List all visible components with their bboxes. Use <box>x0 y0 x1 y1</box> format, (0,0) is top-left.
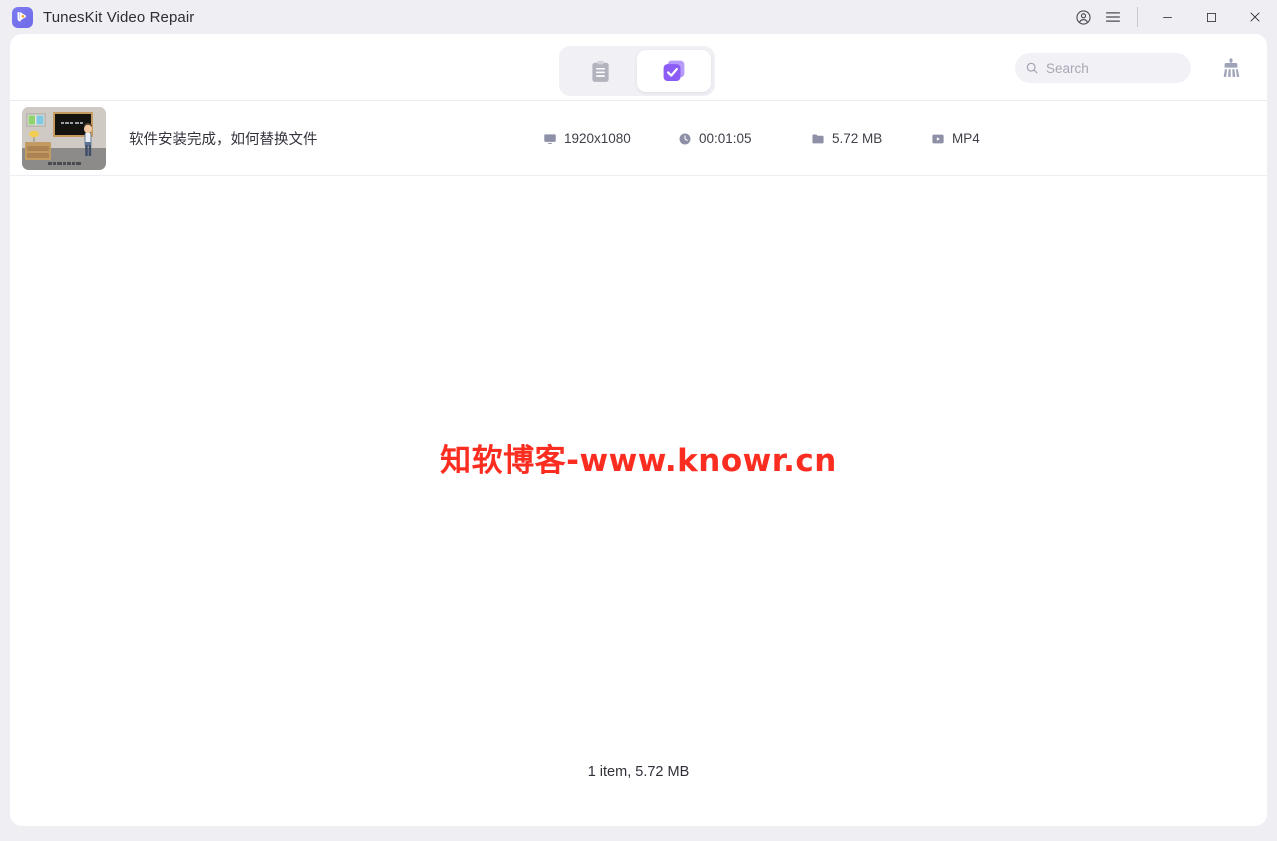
hamburger-menu-icon[interactable] <box>1098 2 1128 32</box>
check-square-stack-icon <box>663 60 685 81</box>
file-metadata: 1920x1080 00:01:05 5.72 MB MP4 <box>543 101 1021 176</box>
video-thumbnail-classroom <box>22 106 106 170</box>
metadata-size: 5.72 MB <box>811 131 931 146</box>
view-mode-tab-group <box>559 46 715 96</box>
file-list: 软件安装完成，如何替换文件 1920x1080 00:01:05 5.72 MB… <box>10 101 1267 812</box>
clipboard-list-icon <box>591 60 609 82</box>
footer-status-bar: 1 item, 5.72 MB <box>10 731 1267 812</box>
tab-repaired[interactable] <box>637 50 711 92</box>
file-name: 软件安装完成，如何替换文件 <box>129 131 318 148</box>
video-file-icon <box>931 132 945 146</box>
monitor-icon <box>543 132 557 146</box>
status-summary: 1 item, 5.72 MB <box>587 763 690 780</box>
titlebar-separator <box>1137 7 1138 27</box>
table-row[interactable]: 软件安装完成，如何替换文件 1920x1080 00:01:05 5.72 MB… <box>10 101 1267 176</box>
folder-icon <box>811 132 825 146</box>
search-icon <box>1025 61 1039 75</box>
account-circle-icon[interactable] <box>1068 2 1098 32</box>
tab-clipboard[interactable] <box>563 50 637 92</box>
title-bar: TunesKit Video Repair <box>0 0 1277 34</box>
main-panel: 软件安装完成，如何替换文件 1920x1080 <box>10 34 1267 826</box>
search-box[interactable] <box>1015 53 1191 83</box>
toolbar <box>10 34 1267 101</box>
metadata-resolution: 1920x1080 <box>543 131 678 146</box>
clock-icon <box>678 132 692 146</box>
duration-value: 00:01:05 <box>699 131 752 146</box>
minimize-icon[interactable] <box>1145 0 1189 34</box>
site-watermark: 知软博客-www.knowr.cn <box>440 443 837 479</box>
metadata-format: MP4 <box>931 131 1021 146</box>
window-title: TunesKit Video Repair <box>43 8 195 26</box>
close-icon[interactable] <box>1233 0 1277 34</box>
format-value: MP4 <box>952 131 980 146</box>
maximize-icon[interactable] <box>1189 0 1233 34</box>
search-input[interactable] <box>1046 57 1176 79</box>
size-value: 5.72 MB <box>832 131 883 146</box>
resolution-value: 1920x1080 <box>564 131 631 146</box>
metadata-duration: 00:01:05 <box>678 131 811 146</box>
tuneskit-logo-icon <box>12 6 33 28</box>
broom-clear-icon[interactable] <box>1215 52 1247 84</box>
